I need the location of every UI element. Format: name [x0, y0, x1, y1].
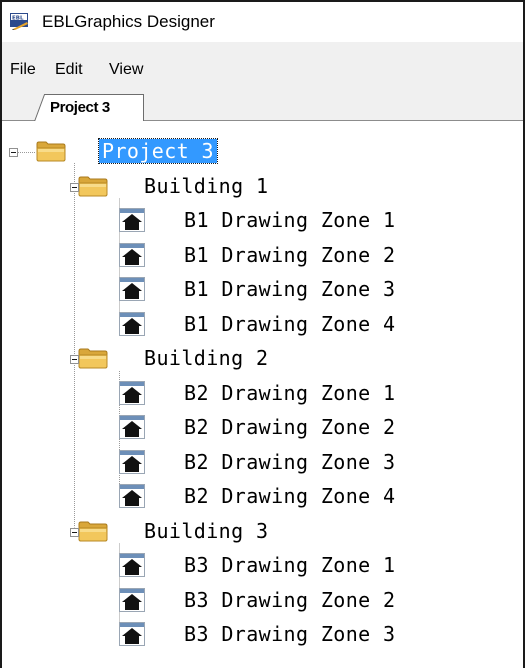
tree-node-label: B3 Drawing Zone 1 [184, 553, 396, 577]
house-icon [119, 380, 145, 409]
collapse-toggle-icon[interactable] [70, 182, 79, 192]
house-icon [119, 587, 145, 616]
tree-node-label: Building 3 [144, 518, 269, 543]
house-icon [119, 553, 145, 581]
menu-edit[interactable]: Edit [55, 61, 83, 79]
house-icon [119, 415, 145, 443]
window-title: EBLGraphics Designer [42, 12, 215, 31]
tree-node-label: B1 Drawing Zone 2 [184, 242, 396, 267]
tree-node-label: B2 Drawing Zone 3 [184, 449, 396, 474]
tree-node-building-1[interactable]: Building 1 [2, 172, 512, 202]
tab-label: Project 3 [50, 99, 110, 116]
tab-strip: Project 3 [2, 88, 523, 122]
collapse-toggle-icon[interactable] [70, 527, 79, 537]
tree-node-building-2[interactable]: Building 2 [2, 344, 512, 374]
folder-icon [36, 140, 66, 166]
tab-project-3[interactable]: Project 3 [34, 94, 146, 122]
menu-view[interactable]: View [109, 61, 143, 79]
tree-node-label: Project 3 [98, 138, 218, 164]
tree-node-label: B3 Drawing Zone 2 [184, 587, 396, 612]
tree-node-zone-b2-4[interactable]: B2 Drawing Zone 4 [2, 482, 512, 512]
collapse-toggle-icon[interactable] [70, 355, 79, 364]
tree-node-label: B1 Drawing Zone 1 [184, 208, 396, 232]
tree-node-label: Building 2 [144, 346, 269, 370]
house-icon [119, 622, 145, 650]
tree-node-label: B2 Drawing Zone 2 [184, 415, 396, 439]
house-icon [119, 484, 145, 512]
folder-icon [78, 175, 108, 201]
app-logo-icon: EBL [10, 13, 28, 30]
house-icon [119, 242, 145, 271]
folder-icon [78, 347, 108, 373]
tree-node-zone-b1-1[interactable]: B1 Drawing Zone 1 [2, 206, 512, 236]
collapse-toggle-icon[interactable] [9, 148, 18, 157]
tree-node-zone-b2-1[interactable]: B2 Drawing Zone 1 [2, 379, 512, 409]
house-icon [119, 311, 145, 340]
tree-node-label: Building 1 [144, 173, 269, 198]
house-icon [119, 208, 145, 236]
title-bar[interactable]: EBL EBLGraphics Designer [2, 2, 523, 42]
project-tree[interactable]: Project 3 Building 1 B1 Drawing Zone 1 B1 D… [2, 121, 523, 670]
tree-node-zone-b1-3[interactable]: B1 Drawing Zone 3 [2, 275, 512, 305]
tree-node-project[interactable]: Project 3 [2, 137, 512, 167]
menu-bar: File Edit View [2, 42, 523, 88]
svg-text:EBL: EBL [12, 16, 24, 22]
tree-node-zone-b3-1[interactable]: B3 Drawing Zone 1 [2, 551, 512, 581]
tree-node-zone-b2-2[interactable]: B2 Drawing Zone 2 [2, 413, 512, 443]
tree-node-label: B2 Drawing Zone 4 [184, 484, 396, 508]
menu-file[interactable]: File [10, 61, 36, 79]
tree-node-label: B1 Drawing Zone 4 [184, 311, 396, 336]
tree-node-zone-b1-4[interactable]: B1 Drawing Zone 4 [2, 310, 512, 340]
app-window: EBL EBLGraphics Designer File Edit View … [0, 0, 525, 670]
tree-node-zone-b3-2[interactable]: B3 Drawing Zone 2 [2, 586, 512, 616]
folder-icon [78, 520, 108, 546]
tree-node-zone-b2-3[interactable]: B2 Drawing Zone 3 [2, 448, 512, 478]
tree-node-building-3[interactable]: Building 3 [2, 517, 512, 547]
house-icon [119, 449, 145, 478]
tree-node-zone-b1-2[interactable]: B1 Drawing Zone 2 [2, 241, 512, 271]
tree-node-zone-b3-3[interactable]: B3 Drawing Zone 3 [2, 620, 512, 650]
house-icon [119, 277, 145, 305]
tree-node-label: B1 Drawing Zone 3 [184, 277, 396, 301]
tree-node-label: B2 Drawing Zone 1 [184, 380, 396, 405]
tree-node-label: B3 Drawing Zone 3 [184, 622, 396, 646]
